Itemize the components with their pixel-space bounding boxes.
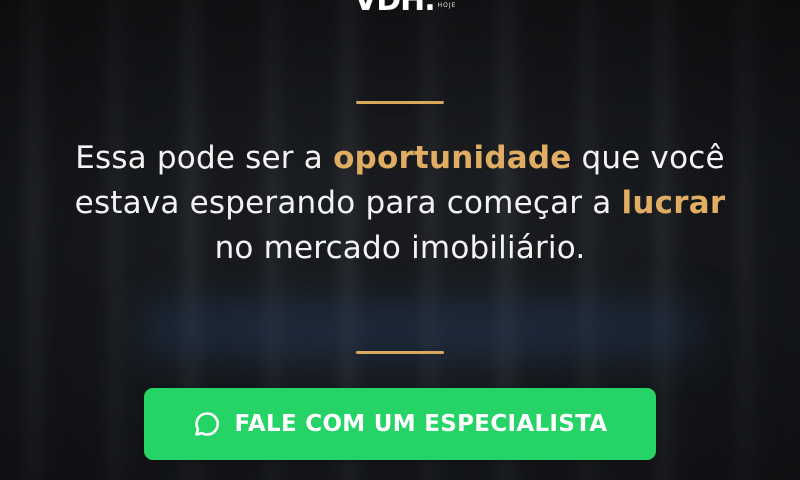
headline-highlight-profit: lucrar [621, 185, 726, 221]
bottom-divider [356, 351, 444, 354]
cta-label: FALE COM UM ESPECIALISTA [234, 411, 608, 437]
talk-to-specialist-button[interactable]: FALE COM UM ESPECIALISTA [144, 388, 656, 460]
whatsapp-chat-icon [193, 410, 221, 438]
headline-text-1: Essa pode ser a [75, 140, 334, 176]
logo-text: VDH. [354, 0, 436, 18]
logo-subtext: HOJE [437, 2, 457, 9]
headline-text-3: no mercado imobiliário. [214, 230, 586, 266]
brand-logo: VDH. HOJE [354, 0, 456, 16]
headline-highlight-opportunity: oportunidade [333, 140, 572, 176]
headline: Essa pode ser a oportunidade que você es… [60, 136, 740, 271]
top-divider [356, 101, 444, 104]
